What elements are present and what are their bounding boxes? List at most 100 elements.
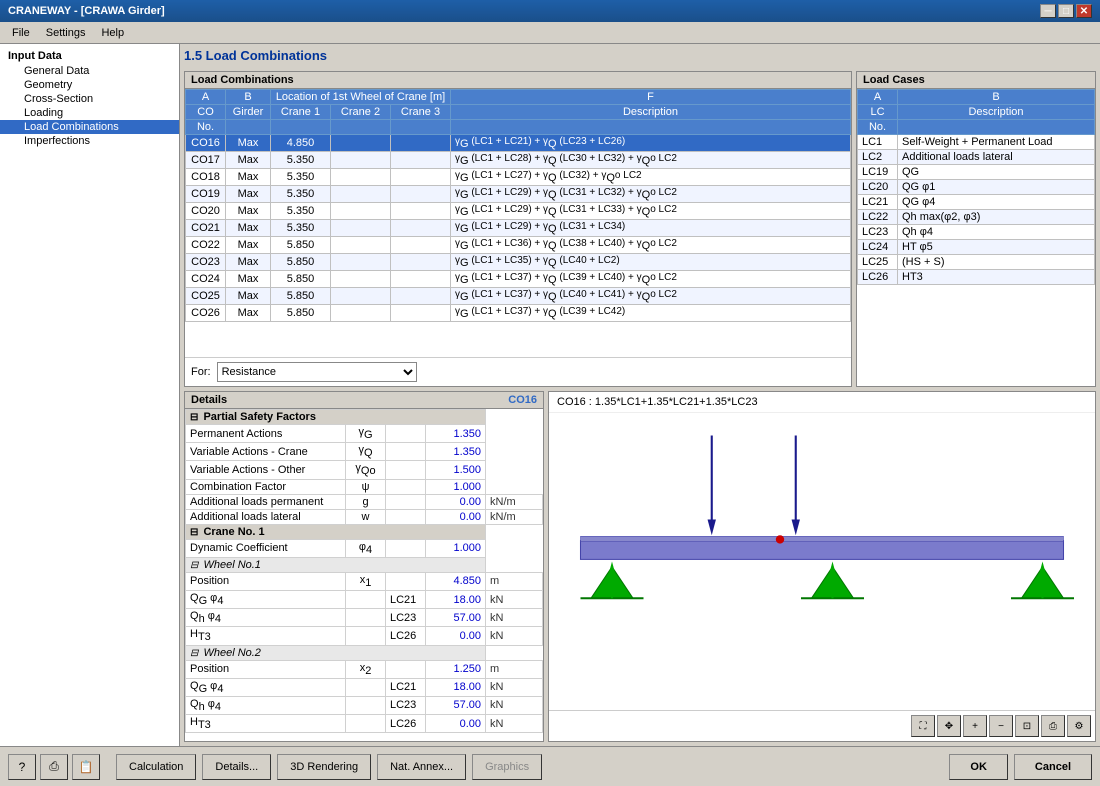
wheel2-expand-icon[interactable]: ⊟ bbox=[190, 648, 198, 659]
lc-case-desc: HT φ5 bbox=[898, 240, 1095, 255]
cancel-button[interactable]: Cancel bbox=[1014, 754, 1092, 780]
menu-settings[interactable]: Settings bbox=[38, 25, 94, 41]
w2-pos-lc bbox=[386, 660, 426, 678]
lc-co: CO26 bbox=[186, 305, 226, 322]
lc-co: CO18 bbox=[186, 169, 226, 186]
lc-case-row[interactable]: LC20 QG φ1 bbox=[858, 180, 1095, 195]
w1-qh-lc: LC23 bbox=[386, 609, 426, 627]
icon-btn-export[interactable]: 📋 bbox=[72, 754, 100, 780]
maximize-button[interactable]: □ bbox=[1058, 4, 1074, 18]
lc-c: 5.850 bbox=[271, 254, 331, 271]
for-label: For: bbox=[191, 366, 211, 378]
w1-ht3-lc: LC26 bbox=[386, 627, 426, 645]
lc-row[interactable]: CO23 Max 5.850 γG (LC1 + LC35) + γQ (LC4… bbox=[186, 254, 851, 271]
lc-case-row[interactable]: LC26 HT3 bbox=[858, 270, 1095, 285]
sidebar-item-general-data[interactable]: General Data bbox=[0, 64, 179, 78]
lc-case-row[interactable]: LC21 QG φ4 bbox=[858, 195, 1095, 210]
icon-btn-help[interactable]: ? bbox=[8, 754, 36, 780]
bottom-left-icons: ? ⎙ 📋 bbox=[8, 754, 100, 780]
for-select[interactable]: Resistance Serviceability bbox=[217, 362, 417, 382]
lc-case-row[interactable]: LC2 Additional loads lateral bbox=[858, 150, 1095, 165]
col-no-c bbox=[271, 120, 331, 135]
detail-sym-var-crane: γQ bbox=[346, 443, 386, 461]
sidebar-item-cross-section[interactable]: Cross-Section bbox=[0, 92, 179, 106]
minimize-button[interactable]: ─ bbox=[1040, 4, 1056, 18]
lc-case-row[interactable]: LC23 Qh φ4 bbox=[858, 225, 1095, 240]
rendering-3d-button[interactable]: 3D Rendering bbox=[277, 754, 371, 780]
w2-pos-label: Position bbox=[186, 660, 346, 678]
lc-case-row[interactable]: LC22 Qh max(φ2, φ3) bbox=[858, 210, 1095, 225]
wheel1-section: ⊟ Wheel No.1 bbox=[186, 557, 543, 572]
detail-label-var-other: Variable Actions - Other bbox=[186, 461, 346, 479]
lc-row[interactable]: CO19 Max 5.350 γG (LC1 + LC29) + γQ (LC3… bbox=[186, 186, 851, 203]
lc-row[interactable]: CO20 Max 5.350 γG (LC1 + LC29) + γQ (LC3… bbox=[186, 203, 851, 220]
detail-label-dyn: Dynamic Coefficient bbox=[186, 539, 346, 557]
toolbar-btn-6[interactable]: ⎙ bbox=[1041, 715, 1065, 737]
menu-help[interactable]: Help bbox=[93, 25, 132, 41]
lc-e bbox=[391, 288, 451, 305]
icon-btn-print[interactable]: ⎙ bbox=[40, 754, 68, 780]
sidebar-item-loading[interactable]: Loading bbox=[0, 106, 179, 120]
lc-case-row[interactable]: LC24 HT φ5 bbox=[858, 240, 1095, 255]
lc-row[interactable]: CO24 Max 5.850 γG (LC1 + LC37) + γQ (LC3… bbox=[186, 271, 851, 288]
graphics-button[interactable]: Graphics bbox=[472, 754, 542, 780]
diagram-header: CO16 : 1.35*LC1+1.35*LC21+1.35*LC23 bbox=[549, 392, 1095, 413]
toolbar-btn-2[interactable]: ✥ bbox=[937, 715, 961, 737]
load-cases-table-container[interactable]: A B LC Description No. bbox=[857, 89, 1095, 386]
toolbar-btn-1[interactable]: ⛶ bbox=[911, 715, 935, 737]
nat-annex-button[interactable]: Nat. Annex... bbox=[377, 754, 466, 780]
col-no-f bbox=[451, 120, 851, 135]
lc-row[interactable]: CO22 Max 5.850 γG (LC1 + LC36) + γQ (LC3… bbox=[186, 237, 851, 254]
detail-unit-add-lat: kN/m bbox=[486, 509, 543, 524]
lc-c: 5.850 bbox=[271, 271, 331, 288]
crane-expand-icon[interactable]: ⊟ bbox=[190, 527, 198, 538]
toolbar-btn-5[interactable]: ⊡ bbox=[1015, 715, 1039, 737]
detail-sym-combo: ψ bbox=[346, 479, 386, 494]
toolbar-btn-4[interactable]: − bbox=[989, 715, 1013, 737]
lc-type: Max bbox=[226, 169, 271, 186]
expand-icon[interactable]: ⊟ bbox=[190, 412, 198, 423]
lc-type: Max bbox=[226, 237, 271, 254]
w1-pos-unit: m bbox=[486, 572, 543, 590]
detail-row-add-lat: Additional loads lateral w 0.00 kN/m bbox=[186, 509, 543, 524]
lc-row[interactable]: CO21 Max 5.350 γG (LC1 + LC29) + γQ (LC3… bbox=[186, 220, 851, 237]
lc-case-row[interactable]: LC1 Self-Weight + Permanent Load bbox=[858, 135, 1095, 150]
toolbar-btn-7[interactable]: ⚙ bbox=[1067, 715, 1091, 737]
details-button[interactable]: Details... bbox=[202, 754, 271, 780]
lc-row[interactable]: CO17 Max 5.350 γG (LC1 + LC28) + γQ (LC3… bbox=[186, 152, 851, 169]
lc-row[interactable]: CO25 Max 5.850 γG (LC1 + LC37) + γQ (LC4… bbox=[186, 288, 851, 305]
lc-row[interactable]: CO16 Max 4.850 γG (LC1 + LC21) + γQ (LC2… bbox=[186, 135, 851, 152]
lc-row[interactable]: CO18 Max 5.350 γG (LC1 + LC27) + γQ (LC3… bbox=[186, 169, 851, 186]
detail-label-add-perm: Additional loads permanent bbox=[186, 494, 346, 509]
lc-case-desc: HT3 bbox=[898, 270, 1095, 285]
w1-pos-sym: x1 bbox=[346, 572, 386, 590]
col-sub-co: CO bbox=[186, 105, 226, 120]
sidebar-item-load-combinations[interactable]: Load Combinations bbox=[0, 120, 179, 134]
sidebar-item-geometry[interactable]: Geometry bbox=[0, 78, 179, 92]
toolbar-btn-3[interactable]: + bbox=[963, 715, 987, 737]
w1-qg-sym bbox=[346, 590, 386, 608]
calculation-button[interactable]: Calculation bbox=[116, 754, 196, 780]
detail-sym-add-perm: g bbox=[346, 494, 386, 509]
close-button[interactable]: ✕ bbox=[1076, 4, 1092, 18]
menu-file[interactable]: File bbox=[4, 25, 38, 41]
w1-qg-val: 18.00 bbox=[426, 590, 486, 608]
detail-val-dyn: 1.000 bbox=[426, 539, 486, 557]
ok-button[interactable]: OK bbox=[949, 754, 1008, 780]
sidebar-item-imperfections[interactable]: Imperfections bbox=[0, 134, 179, 148]
lc-row[interactable]: CO26 Max 5.850 γG (LC1 + LC37) + γQ (LC3… bbox=[186, 305, 851, 322]
lc-type: Max bbox=[226, 152, 271, 169]
lc-case-row[interactable]: LC25 (HS + S) bbox=[858, 255, 1095, 270]
lc-case-row[interactable]: LC19 QG bbox=[858, 165, 1095, 180]
w2-qg-unit: kN bbox=[486, 678, 543, 696]
w2-qg-sym bbox=[346, 678, 386, 696]
load-combinations-table-container[interactable]: A B Location of 1st Wheel of Crane [m] F… bbox=[185, 89, 851, 357]
col-header-a: A bbox=[186, 90, 226, 105]
details-title: Details bbox=[191, 394, 227, 406]
lc-formula: γG (LC1 + LC37) + γQ (LC39 + LC40) + γQo… bbox=[451, 271, 851, 288]
page-title: 1.5 Load Combinations bbox=[184, 48, 1096, 63]
lc-co: CO20 bbox=[186, 203, 226, 220]
load-combinations-title: Load Combinations bbox=[185, 72, 851, 89]
col-sub-crane2: Crane 2 bbox=[331, 105, 391, 120]
wheel1-expand-icon[interactable]: ⊟ bbox=[190, 560, 198, 571]
